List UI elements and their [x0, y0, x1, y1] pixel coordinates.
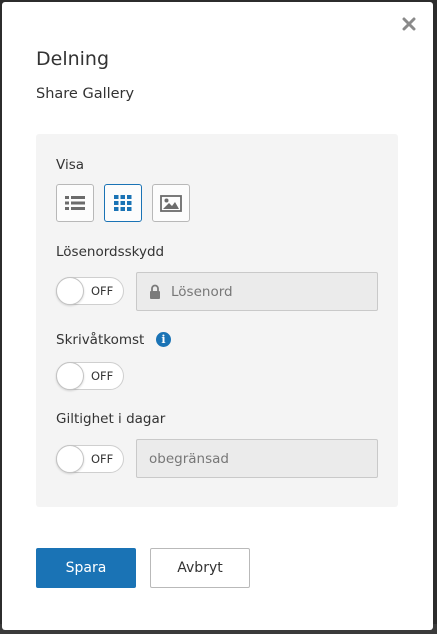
toggle-knob: [56, 362, 84, 390]
dialog-title: Delning: [36, 48, 110, 70]
dialog-subtitle: Share Gallery: [36, 86, 135, 102]
toggle-state: OFF: [91, 452, 114, 466]
lock-icon: [149, 284, 161, 299]
validity-field[interactable]: [136, 439, 378, 478]
settings-panel: Visa Lösenordsskydd OFF Skrivåtkomst i O…: [36, 134, 398, 507]
image-view-button[interactable]: [152, 184, 190, 222]
cancel-button[interactable]: Avbryt: [150, 548, 250, 588]
toggle-knob: [56, 445, 84, 473]
validity-input[interactable]: [149, 450, 349, 467]
password-input[interactable]: [171, 283, 371, 300]
write-access-label: Skrivåtkomst: [56, 332, 145, 348]
toggle-state: OFF: [91, 369, 114, 383]
password-field[interactable]: [136, 272, 378, 311]
image-view-icon: [160, 194, 182, 212]
toggle-state: OFF: [91, 284, 114, 298]
save-button[interactable]: Spara: [36, 548, 136, 588]
validity-toggle[interactable]: OFF: [56, 445, 124, 473]
view-label: Visa: [56, 157, 84, 173]
grid-view-icon: [114, 195, 132, 211]
close-button[interactable]: [399, 14, 419, 34]
info-icon[interactable]: i: [156, 332, 171, 347]
grid-view-button[interactable]: [104, 184, 142, 222]
share-dialog: Delning Share Gallery Visa Lösenordsskyd…: [2, 2, 433, 630]
close-icon: [402, 17, 416, 31]
password-label: Lösenordsskydd: [56, 244, 165, 260]
list-view-button[interactable]: [56, 184, 94, 222]
list-view-icon: [65, 196, 85, 210]
validity-label: Giltighet i dagar: [56, 411, 166, 427]
toggle-knob: [56, 277, 84, 305]
password-toggle[interactable]: OFF: [56, 277, 124, 305]
write-access-toggle[interactable]: OFF: [56, 362, 124, 390]
